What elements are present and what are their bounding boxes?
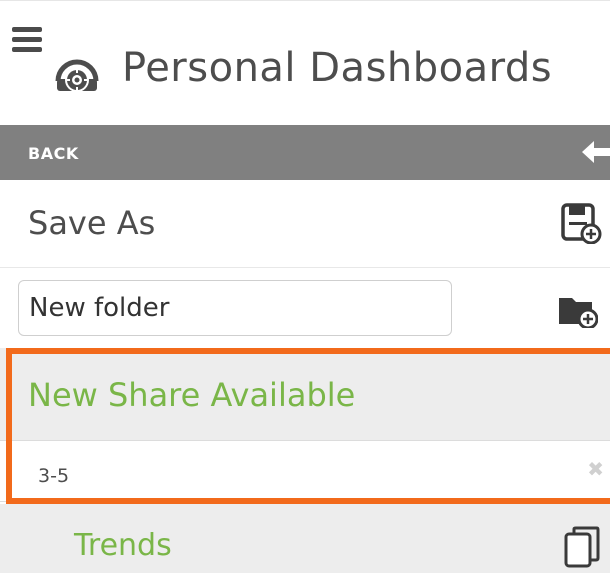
new-share-header: New Share Available <box>0 348 610 440</box>
share-item-name: 3-5 <box>38 465 70 487</box>
copy-icon[interactable] <box>564 526 600 568</box>
new-folder-input[interactable] <box>18 280 452 336</box>
hamburger-icon[interactable] <box>12 27 42 53</box>
save-as-row: Save As <box>0 180 610 268</box>
save-plus-icon[interactable] <box>560 202 602 244</box>
trends-item[interactable]: Trends <box>0 504 610 573</box>
app-root: Personal Dashboards BACK Save As New fol… <box>0 0 610 573</box>
close-icon[interactable]: ✖ <box>587 459 604 479</box>
trends-label: Trends <box>74 528 172 563</box>
new-folder-row <box>0 268 610 348</box>
arrow-left-icon <box>582 141 610 163</box>
page-title: Personal Dashboards <box>122 45 553 91</box>
save-as-label: Save As <box>28 204 156 242</box>
share-list-item[interactable]: 3-5 ✖ <box>0 440 610 502</box>
back-label: BACK <box>28 144 79 163</box>
dashboard-gear-icon <box>55 59 99 92</box>
folder-plus-icon[interactable] <box>558 294 598 328</box>
panel-header: Personal Dashboards <box>0 0 610 125</box>
new-share-title: New Share Available <box>28 376 356 414</box>
back-button[interactable]: BACK <box>0 125 610 180</box>
dashboard-sidebar-panel: Personal Dashboards BACK Save As New fol… <box>0 0 610 573</box>
